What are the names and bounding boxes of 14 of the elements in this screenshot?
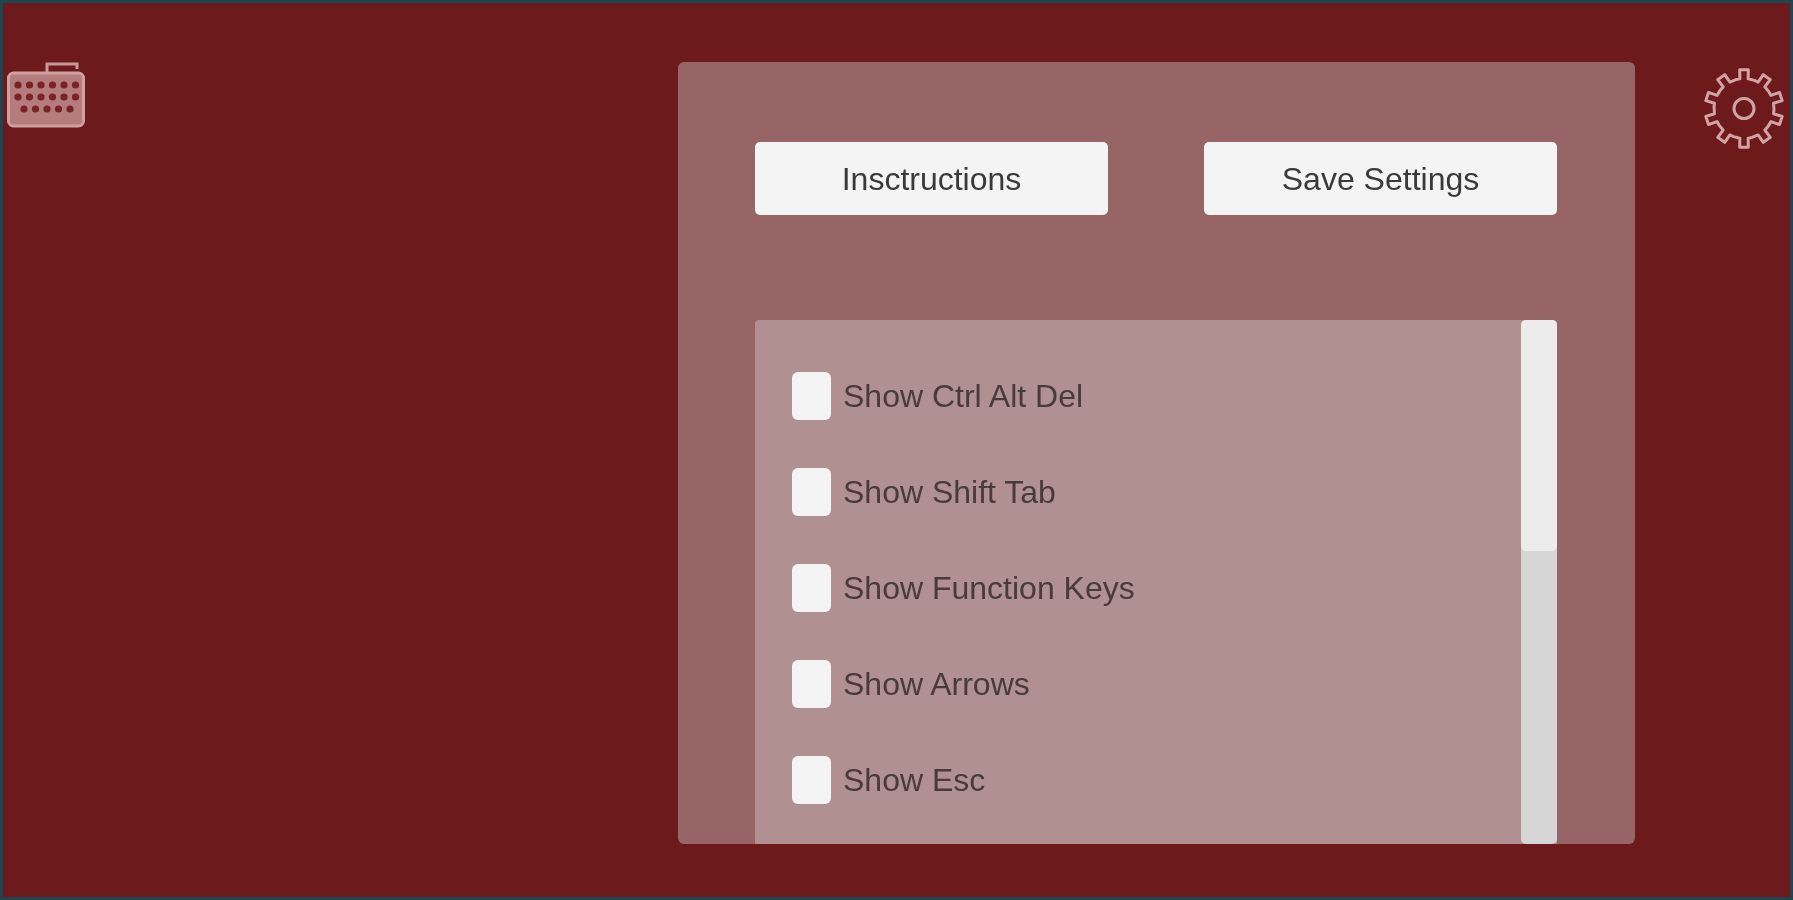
menu-button[interactable]: Insctructions	[755, 142, 1108, 215]
option-label: Show Arrows	[843, 665, 1030, 703]
scrollbar-thumb[interactable]	[1521, 320, 1557, 551]
checkbox[interactable]	[792, 468, 831, 516]
checkbox[interactable]	[792, 756, 831, 804]
menu-button[interactable]: Save Settings	[1204, 142, 1557, 215]
checkbox[interactable]	[792, 564, 831, 612]
checkbox[interactable]	[792, 660, 831, 708]
option-label: Show Shift Tab	[843, 473, 1056, 511]
option-label: Show Function Keys	[843, 569, 1135, 607]
option-label: Show Ctrl Alt Del	[843, 377, 1084, 415]
option-label: Show Esc	[843, 761, 986, 799]
checkbox[interactable]	[792, 372, 831, 420]
scrollbar-track[interactable]	[1521, 320, 1557, 844]
